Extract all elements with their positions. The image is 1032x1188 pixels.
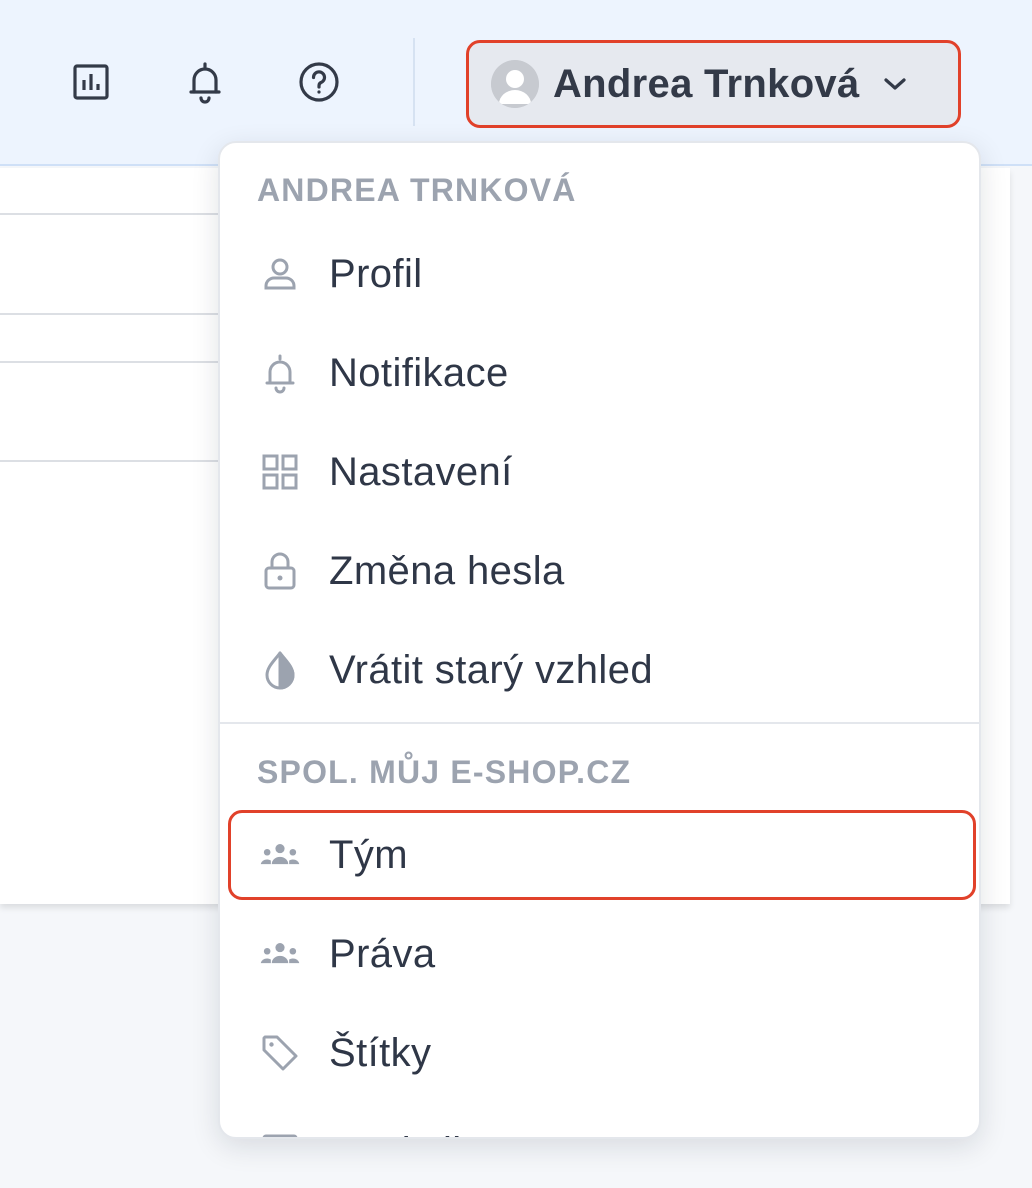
menu-item-profil[interactable]: Profil: [220, 229, 979, 319]
menu-item-label: Změna hesla: [329, 548, 565, 593]
menu-item-label: Štítky: [329, 1030, 432, 1075]
menu-item-vratit-stary-vzhled[interactable]: Vrátit starý vzhled: [220, 625, 979, 715]
menu-item-stitky[interactable]: Štítky: [220, 1008, 979, 1098]
divider: [0, 460, 230, 462]
bell-icon[interactable]: [181, 58, 229, 106]
divider: [0, 213, 230, 215]
menu-item-prava[interactable]: Práva: [220, 909, 979, 999]
chart-icon: [258, 1130, 302, 1137]
user-icon: [258, 252, 302, 296]
bar-chart-icon[interactable]: [67, 58, 115, 106]
menu-item-zmena-hesla[interactable]: Změna hesla: [220, 526, 979, 616]
menu-item-label: Tým: [329, 832, 408, 877]
divider: [0, 313, 230, 315]
menu-separator: [220, 722, 979, 724]
menu-item-label: Profil: [329, 251, 423, 296]
lock-icon: [258, 549, 302, 593]
menu-item-label: Statistiky: [329, 1130, 493, 1138]
user-section-heading: ANDREA TRNKOVÁ: [257, 172, 577, 208]
menu-item-notifikace[interactable]: Notifikace: [220, 328, 979, 418]
team-icon: [258, 932, 302, 976]
menu-item-label: Nastavení: [329, 449, 513, 494]
tag-icon: [258, 1031, 302, 1075]
menu-item-statistiky[interactable]: Statistiky: [220, 1107, 979, 1138]
bell-icon: [258, 351, 302, 395]
grid-icon: [258, 450, 302, 494]
team-icon: [258, 833, 302, 877]
user-dropdown-menu: ANDREA TRNKOVÁ Profil Notifikace Nastave…: [218, 141, 981, 1139]
menu-item-nastaveni[interactable]: Nastavení: [220, 427, 979, 517]
user-menu-button[interactable]: Andrea Trnková: [466, 40, 961, 128]
avatar: [491, 60, 539, 108]
menu-item-label: Vrátit starý vzhled: [329, 647, 654, 692]
company-section-heading: SPOL. MŮJ E-SHOP.CZ: [257, 754, 632, 790]
menu-item-tym[interactable]: Tým: [220, 810, 979, 900]
divider: [0, 361, 230, 363]
help-circle-icon[interactable]: [295, 58, 343, 106]
chevron-down-icon: [882, 76, 908, 92]
user-name: Andrea Trnková: [553, 61, 860, 106]
menu-item-label: Práva: [329, 931, 436, 976]
menu-item-label: Notifikace: [329, 350, 509, 395]
topbar-divider: [413, 38, 415, 126]
contrast-icon: [258, 648, 302, 692]
